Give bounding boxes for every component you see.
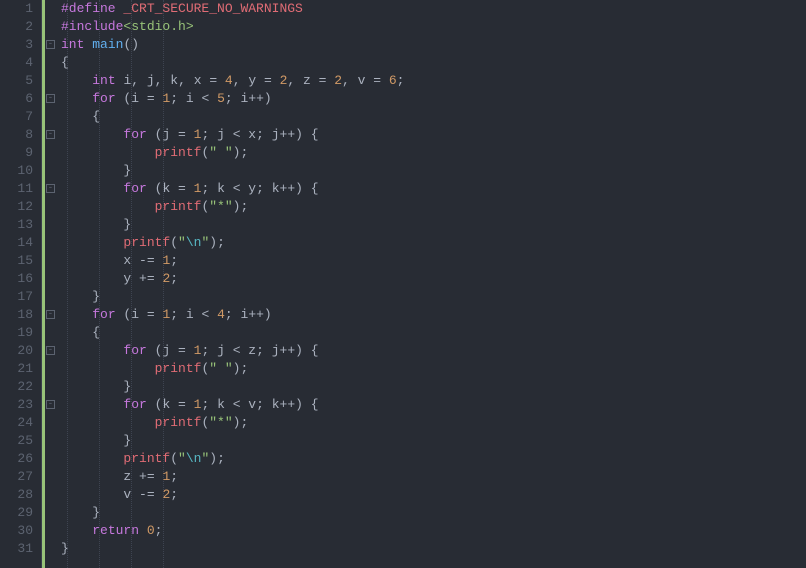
line-number: 19 <box>0 324 33 342</box>
line-number: 17 <box>0 288 33 306</box>
line-number: 7 <box>0 108 33 126</box>
code-line[interactable]: for (j = 1; j < x; j++) { <box>61 126 806 144</box>
fold-toggle-icon[interactable]: - <box>46 400 55 409</box>
code-line[interactable]: for (i = 1; i < 4; i++) <box>61 306 806 324</box>
code-line[interactable]: return 0; <box>61 522 806 540</box>
fold-toggle-icon[interactable]: - <box>46 184 55 193</box>
code-line[interactable]: } <box>61 216 806 234</box>
code-line[interactable]: { <box>61 108 806 126</box>
code-line[interactable]: for (k = 1; k < y; k++) { <box>61 180 806 198</box>
code-line[interactable]: printf(" "); <box>61 360 806 378</box>
fold-toggle-icon[interactable]: - <box>46 130 55 139</box>
fold-column: - - - - - - - <box>45 0 57 568</box>
line-number-gutter: 1 2 3 4 5 6 7 8 9 10 11 12 13 14 15 16 1… <box>0 0 42 568</box>
code-line[interactable]: } <box>61 288 806 306</box>
code-line[interactable]: x -= 1; <box>61 252 806 270</box>
code-line[interactable]: } <box>61 540 806 558</box>
line-number: 21 <box>0 360 33 378</box>
line-number: 3 <box>0 36 33 54</box>
line-number: 29 <box>0 504 33 522</box>
line-number: 25 <box>0 432 33 450</box>
line-number: 16 <box>0 270 33 288</box>
code-line[interactable]: v -= 2; <box>61 486 806 504</box>
line-number: 26 <box>0 450 33 468</box>
line-number: 15 <box>0 252 33 270</box>
fold-toggle-icon[interactable]: - <box>46 310 55 319</box>
line-number: 27 <box>0 468 33 486</box>
line-number: 10 <box>0 162 33 180</box>
fold-toggle-icon[interactable]: - <box>46 40 55 49</box>
line-number: 30 <box>0 522 33 540</box>
line-number: 5 <box>0 72 33 90</box>
line-number: 28 <box>0 486 33 504</box>
code-line[interactable]: printf("*"); <box>61 414 806 432</box>
line-number: 8 <box>0 126 33 144</box>
line-number: 12 <box>0 198 33 216</box>
line-number: 13 <box>0 216 33 234</box>
line-number: 23 <box>0 396 33 414</box>
code-line[interactable]: { <box>61 54 806 72</box>
line-number: 4 <box>0 54 33 72</box>
line-number: 2 <box>0 18 33 36</box>
line-number: 18 <box>0 306 33 324</box>
line-number: 6 <box>0 90 33 108</box>
code-line[interactable]: #define _CRT_SECURE_NO_WARNINGS <box>61 0 806 18</box>
code-line[interactable]: z += 1; <box>61 468 806 486</box>
code-line[interactable]: int main() <box>61 36 806 54</box>
code-line[interactable]: printf(" "); <box>61 144 806 162</box>
code-line[interactable]: { <box>61 324 806 342</box>
line-number: 9 <box>0 144 33 162</box>
code-line[interactable]: } <box>61 162 806 180</box>
code-line[interactable]: } <box>61 378 806 396</box>
code-line[interactable]: y += 2; <box>61 270 806 288</box>
code-line[interactable]: printf("*"); <box>61 198 806 216</box>
line-number: 31 <box>0 540 33 558</box>
line-number: 1 <box>0 0 33 18</box>
fold-toggle-icon[interactable]: - <box>46 94 55 103</box>
fold-toggle-icon[interactable]: - <box>46 346 55 355</box>
line-number: 20 <box>0 342 33 360</box>
line-number: 24 <box>0 414 33 432</box>
code-line[interactable]: #include<stdio.h> <box>61 18 806 36</box>
code-line[interactable]: for (i = 1; i < 5; i++) <box>61 90 806 108</box>
code-line[interactable]: for (j = 1; j < z; j++) { <box>61 342 806 360</box>
code-editor[interactable]: #define _CRT_SECURE_NO_WARNINGS #include… <box>57 0 806 568</box>
code-line[interactable]: } <box>61 432 806 450</box>
code-line[interactable]: printf("\n"); <box>61 450 806 468</box>
code-line[interactable]: int i, j, k, x = 4, y = 2, z = 2, v = 6; <box>61 72 806 90</box>
line-number: 14 <box>0 234 33 252</box>
line-number: 22 <box>0 378 33 396</box>
code-line[interactable]: for (k = 1; k < v; k++) { <box>61 396 806 414</box>
line-number: 11 <box>0 180 33 198</box>
code-line[interactable]: } <box>61 504 806 522</box>
code-line[interactable]: printf("\n"); <box>61 234 806 252</box>
